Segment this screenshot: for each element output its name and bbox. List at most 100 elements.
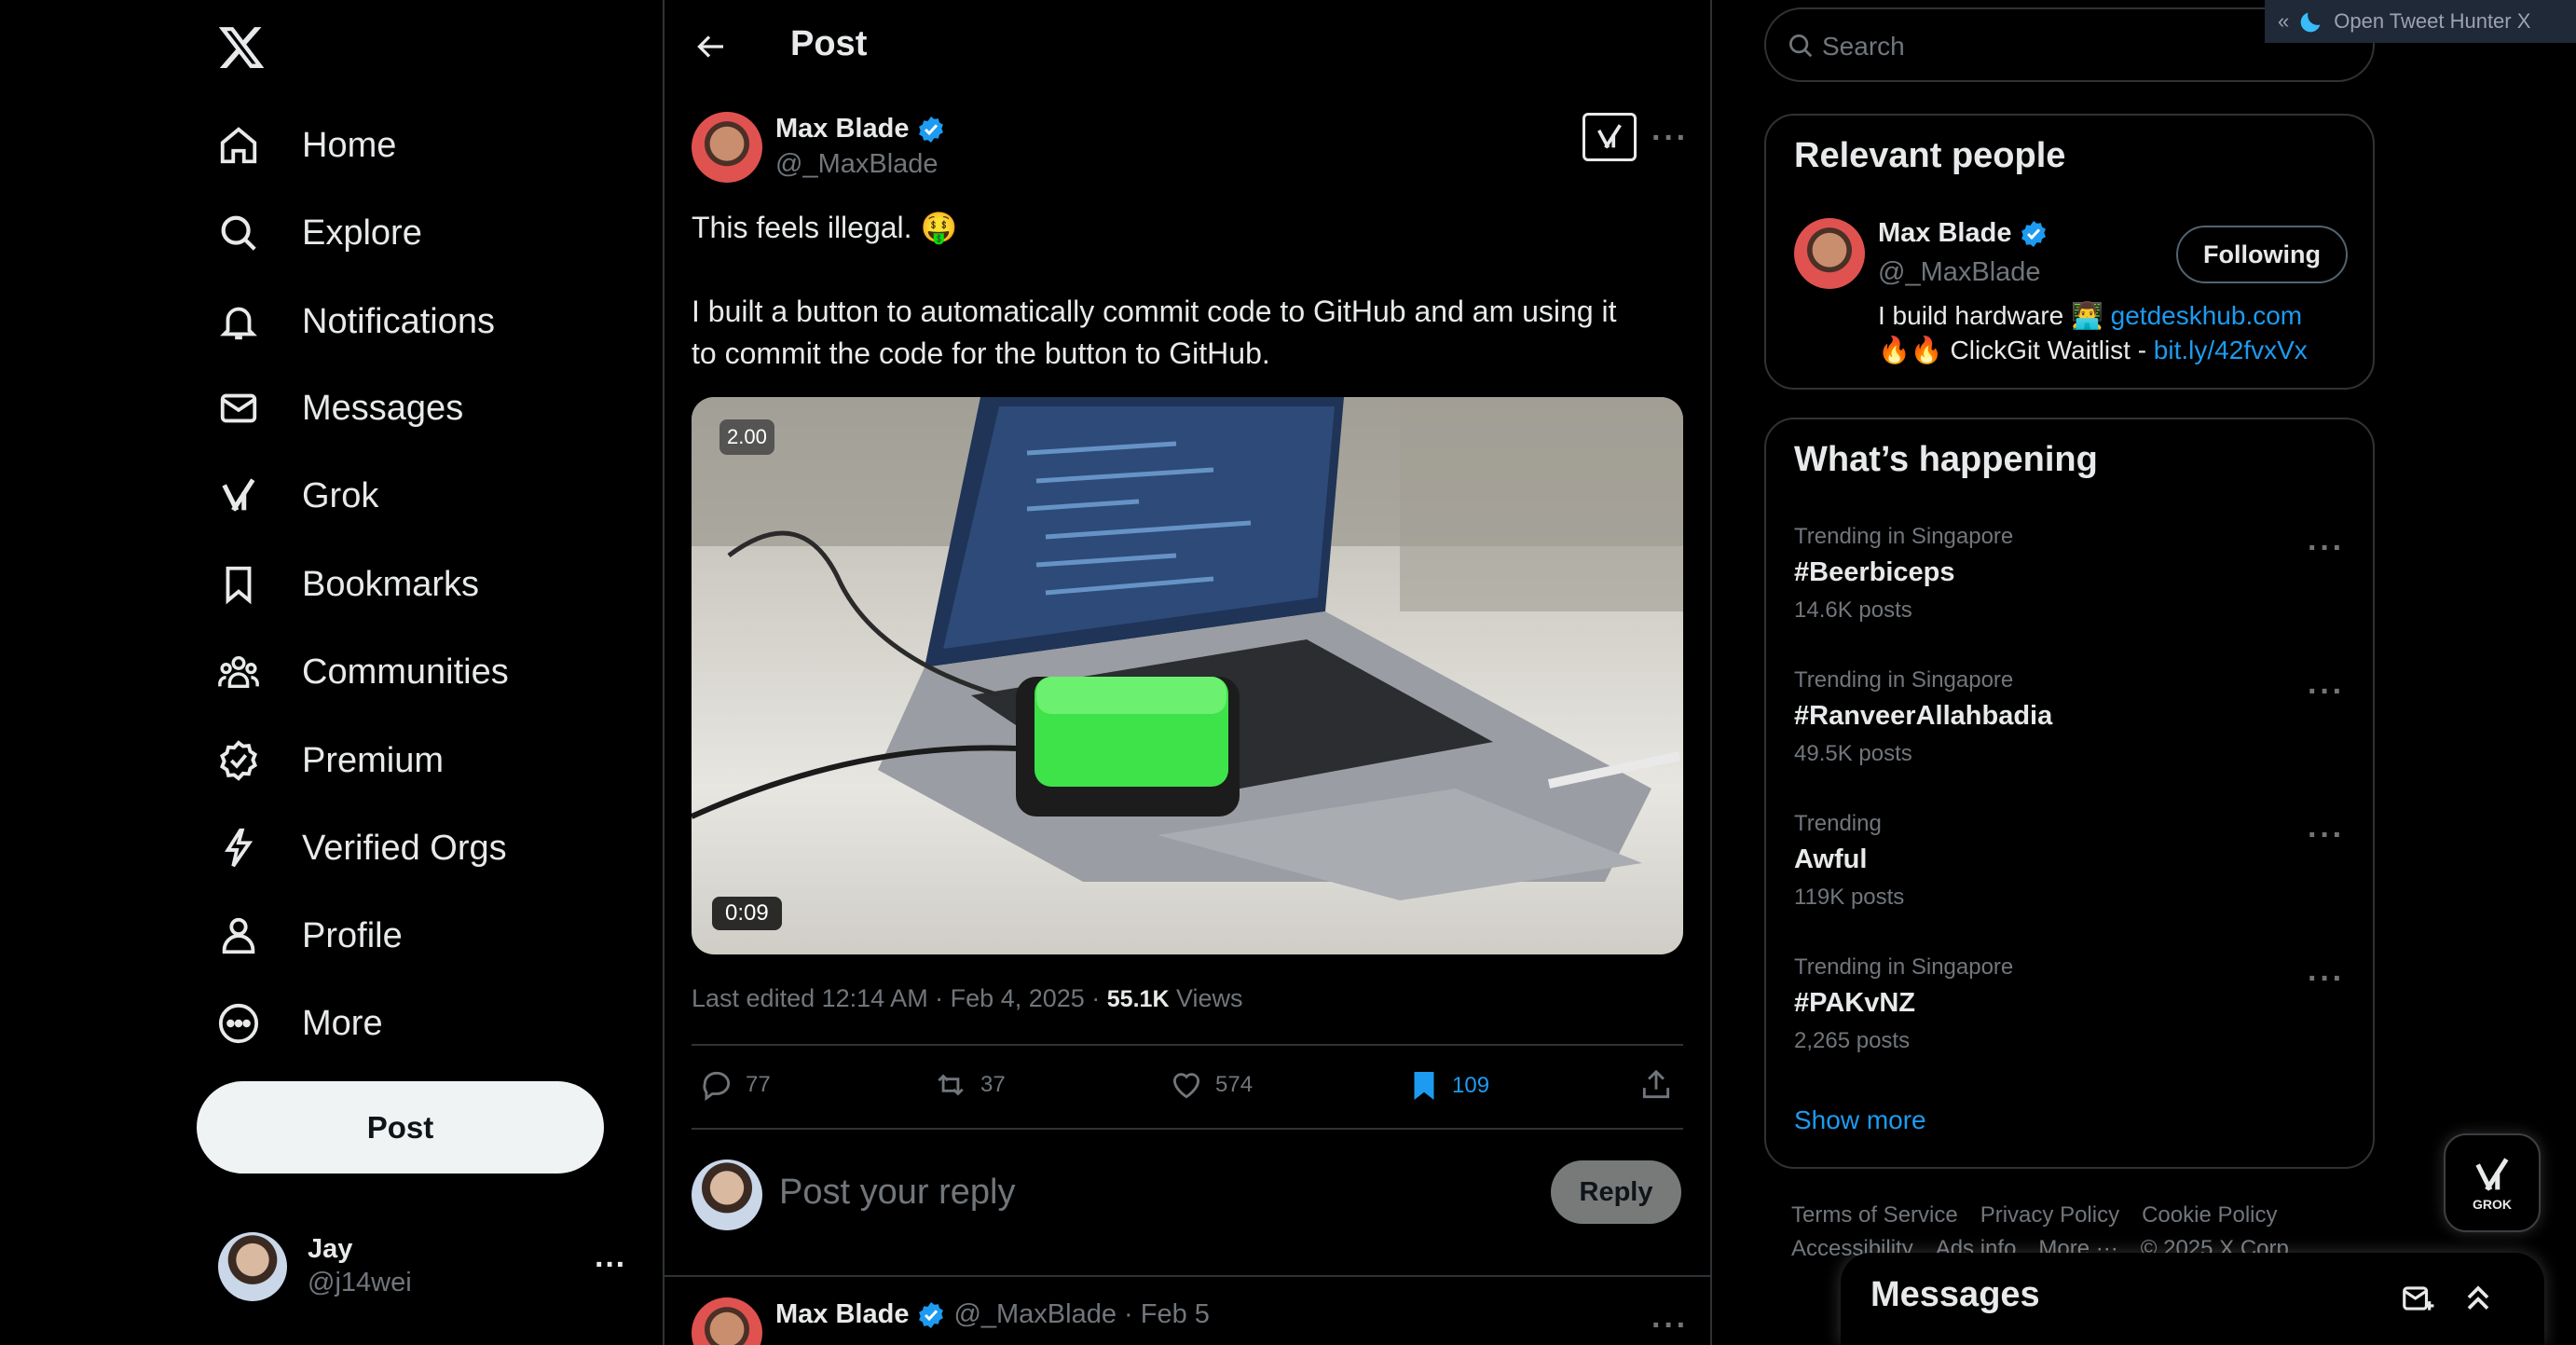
- reply-action[interactable]: 77: [699, 1067, 771, 1103]
- nav-label: Premium: [302, 740, 445, 780]
- communities-icon: [216, 650, 261, 694]
- footer-link[interactable]: Cookie Policy: [2142, 1199, 2277, 1232]
- video-frame: [692, 397, 1683, 900]
- trend-item[interactable]: Trending in Singapore #Beerbiceps 14.6K …: [1794, 524, 2345, 645]
- nav-item-explore[interactable]: Explore: [216, 196, 422, 270]
- more-icon[interactable]: ···: [2308, 963, 2345, 995]
- reply-author-name[interactable]: Max Blade: [775, 1299, 909, 1330]
- nav-item-more[interactable]: More: [216, 986, 383, 1061]
- trend-name: Awful: [1794, 844, 1868, 874]
- share-action[interactable]: [1638, 1067, 1674, 1103]
- show-more-link[interactable]: Show more: [1794, 1105, 1926, 1135]
- reply-handle-date[interactable]: @_MaxBlade · Feb 5: [953, 1299, 1209, 1330]
- grok-label: GROK: [2473, 1197, 2512, 1212]
- trend-count: 14.6K posts: [1794, 597, 1912, 623]
- playback-speed-badge[interactable]: 2.00: [719, 419, 774, 455]
- nav-label: Verified Orgs: [302, 828, 507, 868]
- nav-item-notifications[interactable]: Notifications: [216, 284, 495, 359]
- reply-count: 77: [746, 1072, 771, 1097]
- post-button[interactable]: Post: [197, 1081, 604, 1173]
- trend-count: 119K posts: [1794, 885, 1905, 910]
- more-icon[interactable]: ···: [1651, 1310, 1689, 1341]
- author-handle[interactable]: @_MaxBlade: [775, 149, 939, 180]
- bio-text: 🔥🔥 ClickGit Waitlist -: [1878, 336, 2154, 364]
- repost-count: 37: [980, 1072, 1006, 1097]
- avatar: [692, 1160, 762, 1230]
- verified-badge-icon: [916, 1300, 946, 1330]
- person-avatar[interactable]: [1794, 218, 1865, 289]
- mail-icon: [216, 386, 261, 431]
- search-input[interactable]: Search: [1822, 32, 1905, 62]
- page-title: Post: [790, 24, 868, 63]
- author-avatar[interactable]: [692, 112, 762, 183]
- reply-input[interactable]: Post your reply: [779, 1173, 1015, 1213]
- trend-name: #PAKvNZ: [1794, 988, 1915, 1018]
- repost-action[interactable]: 37: [932, 1067, 1006, 1103]
- section-title: Relevant people: [1794, 136, 2066, 175]
- divider: [663, 0, 665, 1345]
- back-arrow-icon[interactable]: [693, 30, 731, 63]
- trend-item[interactable]: Trending in Singapore #PAKvNZ 2,265 post…: [1794, 954, 2345, 1076]
- more-icon[interactable]: ···: [1651, 122, 1689, 154]
- more-circle-icon: [216, 1001, 261, 1046]
- nav-item-home[interactable]: Home: [216, 108, 396, 183]
- following-button[interactable]: Following: [2176, 226, 2348, 283]
- trend-name: #Beerbiceps: [1794, 557, 1955, 587]
- nav-item-communities[interactable]: Communities: [216, 635, 509, 709]
- nav-item-grok[interactable]: Grok: [216, 459, 378, 533]
- person-name[interactable]: Max Blade: [1878, 218, 2011, 249]
- nav-label: Explore: [302, 213, 422, 253]
- account-more-icon[interactable]: ···: [595, 1247, 626, 1283]
- bio-link[interactable]: bit.ly/42fvxVx: [2154, 336, 2308, 364]
- tweet-video[interactable]: 2.00 0:09: [692, 397, 1683, 954]
- nav-item-premium[interactable]: Premium: [216, 723, 444, 798]
- expand-chevron-icon[interactable]: [2460, 1279, 2497, 1316]
- more-icon[interactable]: ···: [2308, 676, 2345, 707]
- tweet-hunter-extension[interactable]: « Open Tweet Hunter X: [2265, 0, 2576, 43]
- messages-drawer[interactable]: Messages: [1841, 1253, 2544, 1345]
- trend-name: #RanveerAllahbadia: [1794, 701, 2053, 731]
- trend-context: Trending in Singapore: [1794, 524, 2014, 549]
- grok-explain-icon[interactable]: [1583, 113, 1637, 161]
- like-action[interactable]: 574: [1169, 1067, 1253, 1103]
- verified-badge-icon: [916, 115, 946, 144]
- more-icon[interactable]: ···: [2308, 819, 2345, 851]
- share-icon: [1638, 1067, 1674, 1103]
- tweet-author-row: Max Blade: [775, 114, 946, 144]
- x-logo-icon[interactable]: [214, 22, 268, 73]
- bell-icon: [216, 299, 261, 344]
- tweet-line: This feels illegal. 🤑: [692, 211, 958, 244]
- author-name[interactable]: Max Blade: [775, 114, 909, 144]
- bookmark-action[interactable]: 109: [1407, 1067, 1489, 1105]
- divider: [692, 1044, 1683, 1046]
- reply-button[interactable]: Reply: [1551, 1160, 1681, 1224]
- person-icon: [216, 913, 261, 958]
- trend-item[interactable]: Trending Awful 119K posts ···: [1794, 811, 2345, 932]
- nav-item-messages[interactable]: Messages: [216, 371, 463, 446]
- nav-item-profile[interactable]: Profile: [216, 899, 403, 973]
- reply-icon: [699, 1067, 734, 1103]
- trend-context: Trending in Singapore: [1794, 954, 2014, 980]
- more-icon[interactable]: ···: [2308, 532, 2345, 564]
- section-title: What’s happening: [1794, 440, 2098, 479]
- footer-link[interactable]: Terms of Service: [1791, 1199, 1958, 1232]
- tweet-line: to commit the code for the button to Git…: [692, 336, 1270, 370]
- account-handle: @j14wei: [308, 1268, 412, 1297]
- relevant-people-card: Relevant people Max Blade @_MaxBlade Fol…: [1764, 114, 2375, 390]
- views-count: 55.1K: [1106, 986, 1170, 1012]
- grok-fab[interactable]: GROK: [2444, 1133, 2541, 1232]
- reply-header: Max Blade @_MaxBlade · Feb 5: [775, 1299, 1210, 1330]
- timestamp[interactable]: Last edited 12:14 AM · Feb 4, 2025 ·: [692, 984, 1107, 1012]
- bookmark-icon: [216, 562, 261, 607]
- extension-label: Open Tweet Hunter X: [2334, 9, 2531, 33]
- nav-item-bookmarks[interactable]: Bookmarks: [216, 547, 479, 622]
- trend-item[interactable]: Trending in Singapore #RanveerAllahbadia…: [1794, 667, 2345, 789]
- reply-author-avatar[interactable]: [692, 1297, 762, 1345]
- footer-link[interactable]: Privacy Policy: [1980, 1199, 2119, 1232]
- bio-link[interactable]: getdeskhub.com: [2111, 301, 2302, 330]
- person-handle[interactable]: @_MaxBlade: [1878, 257, 2041, 288]
- new-message-icon[interactable]: [2400, 1281, 2435, 1316]
- nav-item-verified-orgs[interactable]: Verified Orgs: [216, 811, 507, 885]
- account-switcher[interactable]: Jay @j14wei ···: [216, 1228, 626, 1305]
- bookmark-filled-icon: [1407, 1067, 1441, 1105]
